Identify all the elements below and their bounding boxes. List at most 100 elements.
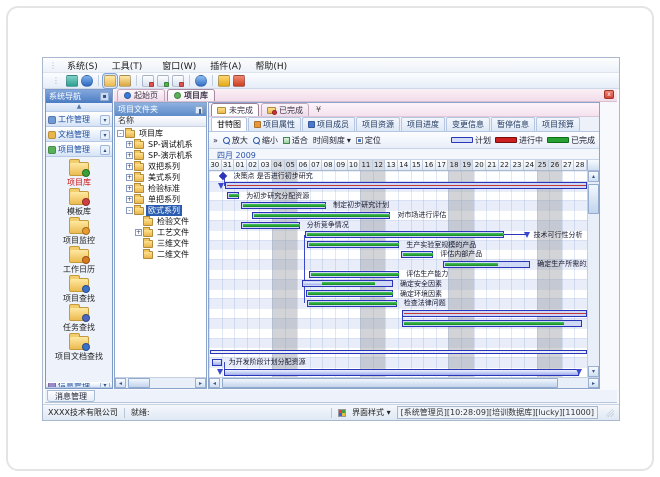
tree-row-检验标准[interactable]: +检验标准 — [115, 183, 206, 194]
help-icon[interactable] — [195, 75, 207, 87]
gantt-bar[interactable] — [225, 182, 587, 189]
menu-item-工具(T)[interactable]: 工具(T) — [105, 59, 150, 72]
status-tab-未完成[interactable]: 未完成 — [211, 103, 259, 116]
gantt-horizontal-scrollbar[interactable]: ◂ ▸ — [209, 377, 599, 388]
scroll-up-icon[interactable]: ▴ — [588, 171, 599, 182]
sidebar-section-文档管理[interactable]: 文档管理▾ — [46, 127, 112, 142]
gantt-bar[interactable] — [305, 231, 504, 238]
tree-row-双把系列[interactable]: +双把系列 — [115, 161, 206, 172]
gantt-tab-甘特图[interactable]: 甘特图 — [211, 117, 247, 131]
gantt-bar[interactable] — [307, 241, 399, 248]
gantt-bar[interactable] — [241, 202, 327, 209]
scroll-down-icon[interactable]: ▾ — [588, 366, 599, 377]
chevron-icon[interactable]: ▾ — [100, 115, 110, 125]
scroll-thumb[interactable] — [128, 378, 150, 388]
close-icon[interactable]: x — [604, 90, 614, 99]
sidebar-item-项目库[interactable]: 项目库 — [46, 162, 112, 188]
collapse-icon[interactable]: - — [126, 207, 133, 214]
gantt-bar[interactable] — [224, 369, 579, 376]
monitor-icon[interactable] — [66, 75, 78, 87]
tree-row-三维文件[interactable]: 三维文件 — [115, 238, 206, 249]
tree-row-项目库[interactable]: -项目库 — [115, 128, 206, 139]
tree-row-检验文件[interactable]: 检验文件 — [115, 216, 206, 227]
gantt-bar[interactable] — [212, 359, 221, 366]
zoom-in-button[interactable]: 放大 — [223, 135, 248, 146]
tree-row-SP-调试机系[interactable]: +SP-调试机系 — [115, 139, 206, 150]
sidebar-options-button[interactable]: ▪ — [100, 92, 109, 101]
expand-icon[interactable]: + — [126, 174, 133, 181]
toolbar-overflow-chevron[interactable]: » — [213, 136, 218, 145]
doc-tab-起始页[interactable]: 起始页 — [117, 89, 165, 101]
gantt-bar[interactable] — [402, 320, 582, 327]
open-folder-icon[interactable] — [104, 75, 116, 87]
resize-grip[interactable] — [606, 409, 614, 417]
chevron-icon[interactable]: ▾ — [100, 382, 110, 388]
lock-icon[interactable] — [218, 75, 230, 87]
gantt-vertical-scrollbar[interactable]: ▴ ▾ — [587, 171, 599, 377]
scroll-right-icon[interactable]: ▸ — [588, 378, 599, 388]
timeline-corner-button[interactable] — [587, 160, 599, 170]
gantt-bar[interactable] — [309, 271, 400, 278]
save-folder-icon[interactable] — [119, 75, 131, 87]
report-refresh-icon[interactable] — [157, 75, 169, 87]
gantt-tab-项目成员[interactable]: 项目成员 — [302, 117, 355, 131]
gantt-bar[interactable] — [227, 192, 239, 199]
menu-item-窗口(W)[interactable]: 窗口(W) — [155, 59, 203, 72]
chevron-icon[interactable]: ▴ — [100, 145, 110, 155]
sidebar-section-信息管理[interactable]: 信息管理▾ — [46, 382, 112, 388]
tree-row-SP-演示机系[interactable]: +SP-演示机系 — [115, 150, 206, 161]
tab-overflow-button[interactable]: ¥ — [316, 105, 321, 116]
sidebar-item-工作日历[interactable]: 工作日历 — [46, 249, 112, 275]
sidebar-item-项目监控[interactable]: 项目监控 — [46, 220, 112, 246]
locate-button[interactable]: 定位 — [356, 135, 381, 146]
tree-row-二维文件[interactable]: 二维文件 — [115, 249, 206, 260]
report-new-icon[interactable] — [142, 75, 154, 87]
expand-icon[interactable]: + — [126, 196, 133, 203]
gantt-tab-项目预算[interactable]: 项目预算 — [536, 117, 580, 131]
gantt-bar[interactable] — [443, 261, 530, 268]
gantt-plot[interactable]: 决策点 是否进行初步研究为初步研究分配资源制定初步研究计划对市场进行评估分析竞争… — [209, 171, 587, 377]
tree-row-美式系列[interactable]: +美式系列 — [115, 172, 206, 183]
expand-icon[interactable]: + — [126, 163, 133, 170]
gantt-bar[interactable] — [402, 310, 587, 317]
scroll-thumb[interactable] — [222, 378, 558, 388]
gantt-tab-项目资源[interactable]: 项目资源 — [356, 117, 400, 131]
gantt-bar[interactable] — [401, 251, 434, 258]
status-tab-已完成[interactable]: 已完成 — [261, 103, 309, 116]
tree-horizontal-scrollbar[interactable]: ◂ ▸ — [115, 377, 206, 388]
sidebar-section-工作管理[interactable]: 工作管理▾ — [46, 112, 112, 127]
menu-item-插件(A)[interactable]: 插件(A) — [203, 59, 248, 72]
scroll-thumb[interactable] — [588, 184, 599, 214]
pin-icon[interactable] — [195, 106, 203, 114]
zoom-out-button[interactable]: 缩小 — [253, 135, 278, 146]
collapse-icon[interactable]: - — [117, 130, 124, 137]
expand-icon[interactable]: + — [126, 141, 133, 148]
gantt-bar[interactable] — [302, 280, 393, 287]
gantt-bar[interactable] — [306, 290, 393, 297]
tree-row-欧式系列[interactable]: -欧式系列 — [115, 205, 206, 216]
logout-icon[interactable] — [233, 75, 245, 87]
expand-icon[interactable]: + — [135, 229, 142, 236]
expand-icon[interactable]: + — [126, 185, 133, 192]
sidebar-item-项目查找[interactable]: 项目查找 — [46, 278, 112, 304]
tree-row-工艺文件[interactable]: +工艺文件 — [115, 227, 206, 238]
gantt-tab-项目属性[interactable]: 项目属性 — [248, 117, 301, 131]
menu-item-系统(S)[interactable]: 系统(S) — [60, 59, 105, 72]
sidebar-item-任务查找[interactable]: 任务查找 — [46, 307, 112, 333]
message-management-tab[interactable]: 消息管理 — [47, 390, 95, 402]
sidebar-collapse-button[interactable]: ▲ — [46, 103, 112, 112]
globe-icon[interactable] — [81, 75, 93, 87]
sidebar-item-项目文档查找[interactable]: 项目文档查找 — [46, 336, 112, 362]
interface-style-button[interactable]: 界面样式 ▾ — [352, 407, 391, 418]
time-scale-button[interactable]: 时间刻度▾ — [313, 135, 351, 146]
fit-button[interactable]: 适合 — [283, 135, 308, 146]
gantt-tab-变更信息[interactable]: 变更信息 — [446, 117, 490, 131]
gantt-bar[interactable] — [307, 300, 396, 307]
menu-item-帮助(H)[interactable]: 帮助(H) — [248, 59, 294, 72]
scroll-left-icon[interactable]: ◂ — [115, 378, 126, 388]
scroll-left-icon[interactable]: ◂ — [209, 378, 220, 388]
doc-tab-项目库[interactable]: 项目库 — [167, 89, 215, 101]
gantt-bar[interactable] — [252, 212, 391, 219]
gantt-tab-暂停信息[interactable]: 暂停信息 — [491, 117, 535, 131]
expand-icon[interactable]: + — [126, 152, 133, 159]
